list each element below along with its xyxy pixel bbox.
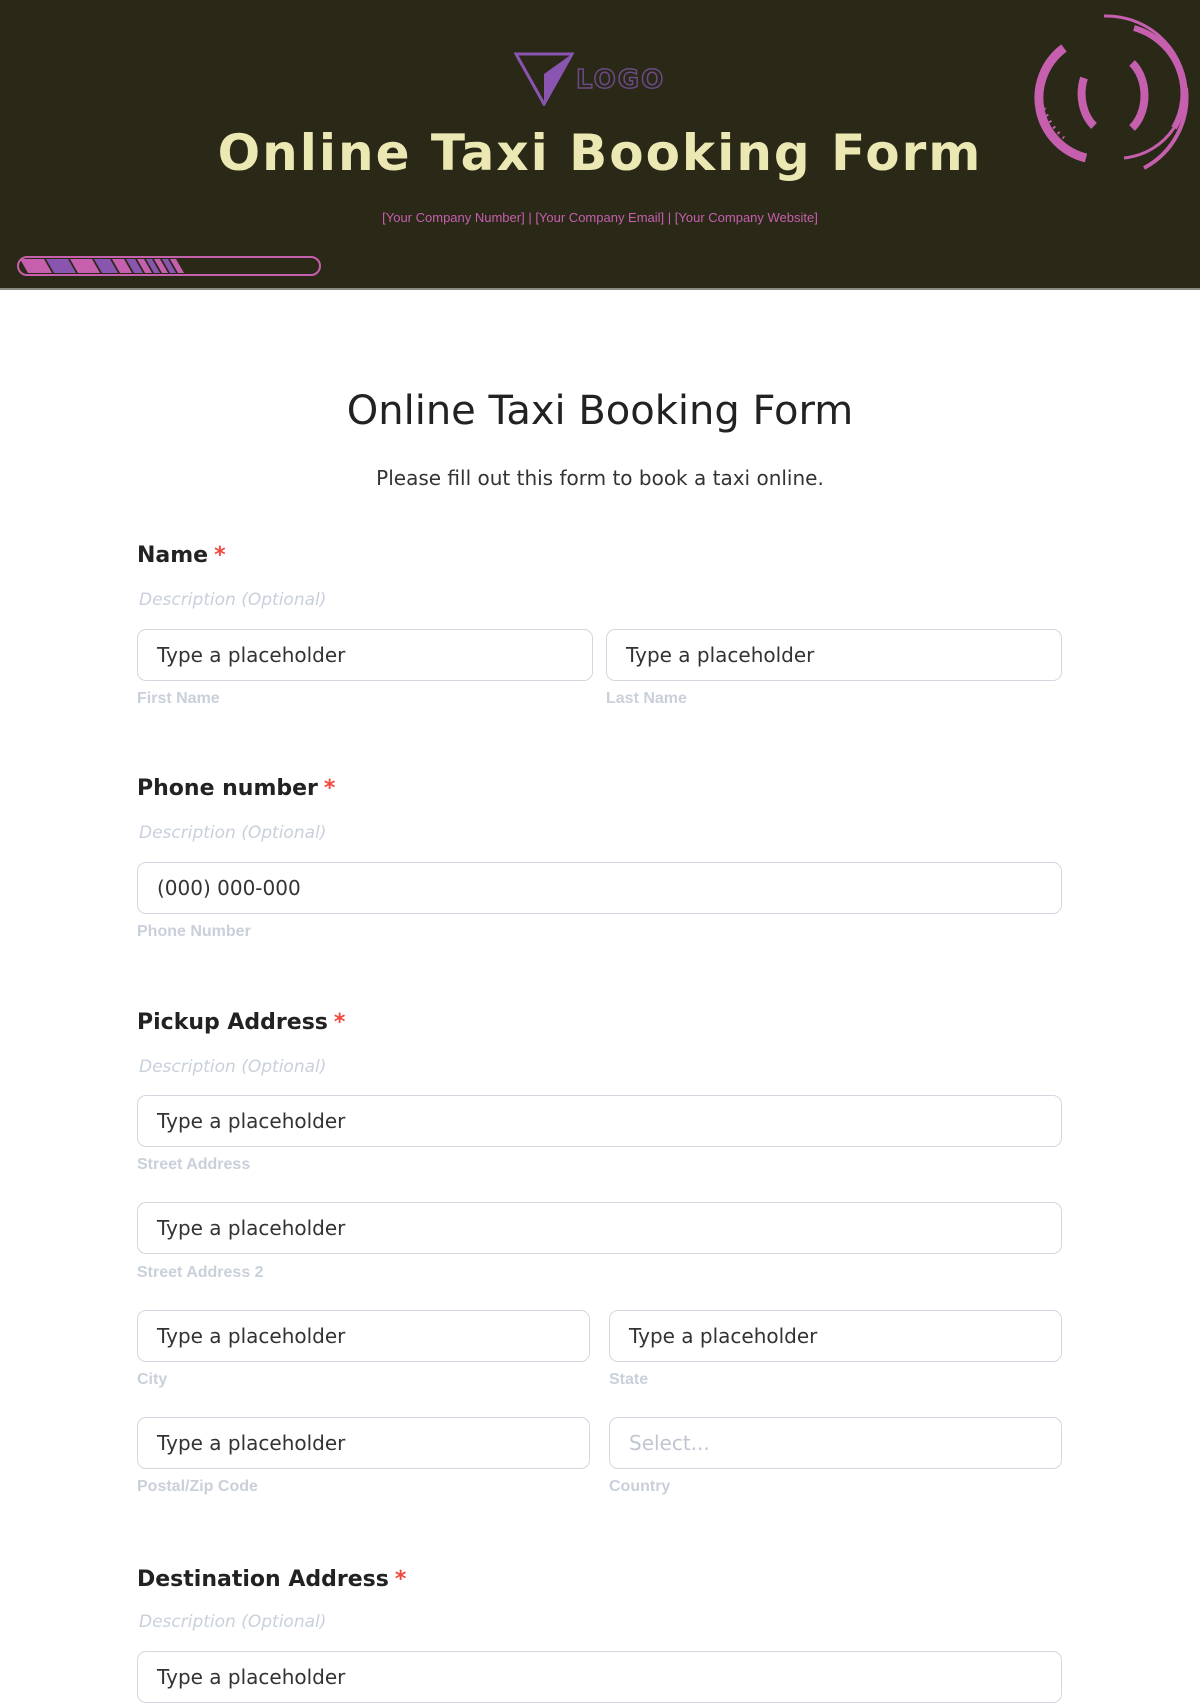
progress-stripe xyxy=(20,259,52,273)
destination-description: Description (Optional) xyxy=(139,1612,327,1632)
pickup-city-input[interactable]: Type a placeholder xyxy=(137,1310,590,1362)
first-name-input[interactable]: Type a placeholder xyxy=(137,629,593,681)
pickup-country-sublabel: Country xyxy=(609,1478,671,1495)
phone-input[interactable]: (000) 000-000 xyxy=(137,862,1062,914)
pickup-country-select[interactable]: Select... xyxy=(609,1417,1062,1469)
last-name-input[interactable]: Type a placeholder xyxy=(606,629,1062,681)
required-mark: * xyxy=(214,543,226,568)
last-name-sublabel: Last Name xyxy=(606,690,687,707)
first-name-sublabel: First Name xyxy=(137,690,220,707)
header-title: Online Taxi Booking Form xyxy=(217,124,983,182)
form-subtitle: Please fill out this form to book a taxi… xyxy=(376,466,824,490)
phone-sublabel: Phone Number xyxy=(137,923,251,940)
phone-label: Phone number * xyxy=(137,776,336,801)
destination-street-input[interactable]: Type a placeholder xyxy=(137,1651,1062,1703)
logo: LOGO xyxy=(514,52,665,106)
decorative-ring-icon xyxy=(1034,14,1189,170)
pickup-state-input[interactable]: Type a placeholder xyxy=(609,1310,1062,1362)
pickup-street-sublabel: Street Address xyxy=(137,1156,251,1173)
pickup-street-input[interactable]: Type a placeholder xyxy=(137,1095,1062,1147)
name-label: Name * xyxy=(137,543,226,568)
phone-description: Description (Optional) xyxy=(139,823,327,843)
pickup-state-sublabel: State xyxy=(609,1371,649,1388)
destination-label: Destination Address * xyxy=(137,1567,407,1592)
pickup-street2-input[interactable]: Type a placeholder xyxy=(137,1202,1062,1254)
pickup-city-sublabel: City xyxy=(137,1371,168,1388)
header-banner: LOGO Online Taxi Booking Form [Your Comp… xyxy=(0,0,1200,290)
company-contact: [Your Company Number] | [Your Company Em… xyxy=(382,210,818,225)
pickup-postal-sublabel: Postal/Zip Code xyxy=(137,1478,258,1495)
form-title: Online Taxi Booking Form xyxy=(346,388,854,434)
required-mark: * xyxy=(333,1010,346,1035)
required-mark: * xyxy=(323,776,336,801)
pickup-description: Description (Optional) xyxy=(139,1057,327,1077)
pickup-postal-input[interactable]: Type a placeholder xyxy=(137,1417,590,1469)
svg-text:LOGO: LOGO xyxy=(576,65,665,95)
required-mark: * xyxy=(394,1567,407,1592)
pickup-label: Pickup Address * xyxy=(137,1010,346,1035)
pickup-street2-sublabel: Street Address 2 xyxy=(137,1264,264,1281)
progress-bar xyxy=(17,256,321,276)
name-description: Description (Optional) xyxy=(139,590,327,610)
